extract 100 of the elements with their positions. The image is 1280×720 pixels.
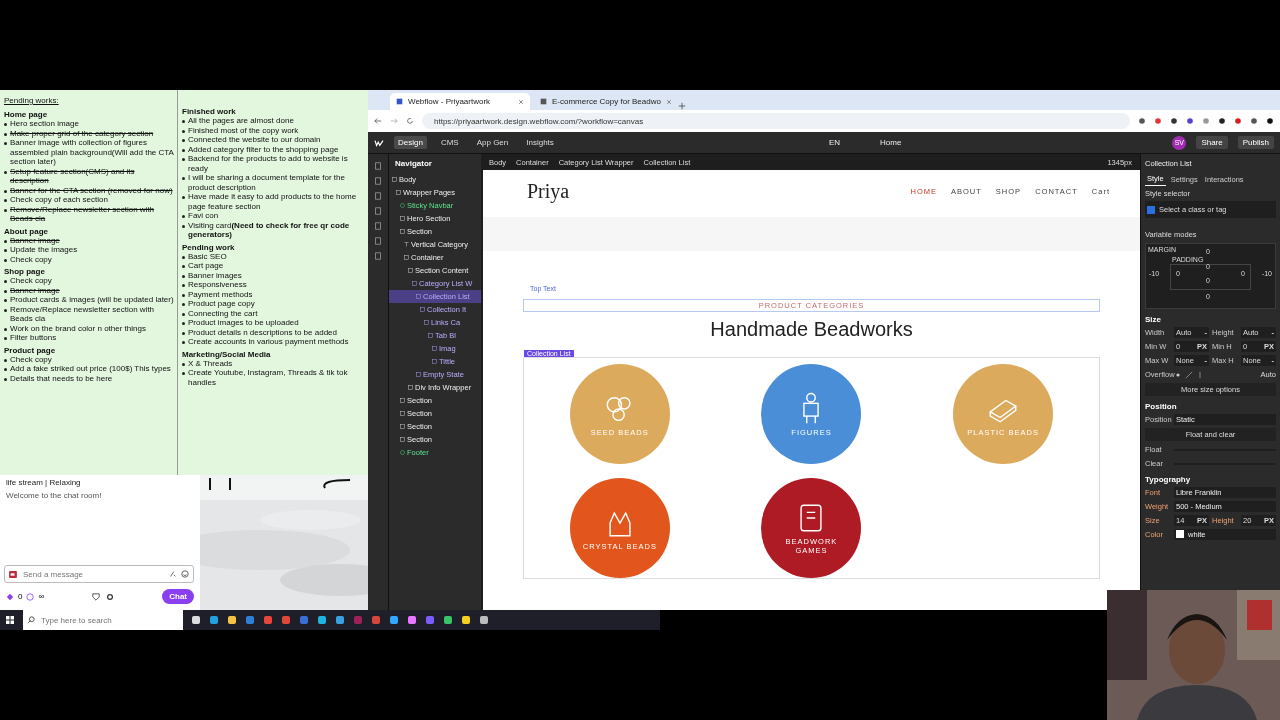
box-icon xyxy=(396,190,401,195)
mode-tab[interactable]: Insights xyxy=(522,136,558,149)
section-title: Size xyxy=(1145,315,1162,324)
note-item: Make proper grid of the category section xyxy=(10,128,154,138)
box-icon xyxy=(400,229,405,234)
message-box[interactable]: Send a message xyxy=(4,565,194,583)
bullet-icon xyxy=(4,258,7,262)
bullet-icon xyxy=(182,331,185,335)
site-logo[interactable]: Priya xyxy=(527,180,570,203)
bullet-icon xyxy=(182,196,185,199)
bullet-icon xyxy=(4,123,7,126)
bullet-icon xyxy=(182,284,185,287)
points-count: 0 xyxy=(18,592,23,601)
bullet-icon xyxy=(4,299,7,302)
webflow-logo-icon[interactable] xyxy=(374,138,384,147)
close-icon[interactable] xyxy=(665,98,672,105)
back-icon[interactable] xyxy=(374,117,382,125)
start-icon[interactable] xyxy=(5,615,15,625)
mode-tab[interactable]: App Gen xyxy=(472,136,513,149)
bullet-icon xyxy=(4,132,7,136)
note-item: Finished most of the copy work xyxy=(188,125,299,135)
bullet-icon xyxy=(182,372,185,375)
note-item: Add a fake striked out price (100$) This types xyxy=(10,364,171,374)
tab-icon[interactable] xyxy=(540,98,547,105)
note-item: Product details n descriptions to be added xyxy=(188,327,337,337)
box-icon xyxy=(392,177,397,182)
note-item: Added category filter to the shopping page xyxy=(188,144,339,154)
note-item: Work on the brand color n other things xyxy=(10,323,146,333)
note-heading: Marketing/Social Media xyxy=(182,349,272,359)
note-item: Check copy xyxy=(10,354,52,364)
tag-icon[interactable] xyxy=(1147,205,1155,214)
stream-title: life stream | Relaxing xyxy=(6,478,81,487)
address-bar[interactable]: https://priyaartwork.design.webflow.com/?workflow=canvas xyxy=(422,113,1130,129)
close-icon[interactable] xyxy=(518,98,524,105)
share-button[interactable]: Share xyxy=(1196,136,1228,149)
publish-button[interactable]: Publish xyxy=(1237,136,1274,149)
taskbar-search-box[interactable]: Type here to search xyxy=(23,610,183,630)
collection-icon xyxy=(432,359,437,364)
bullet-icon xyxy=(4,289,7,293)
box-icon xyxy=(400,398,405,403)
box-icon xyxy=(400,424,405,429)
bullet-icon xyxy=(182,120,185,123)
note-item: Backend for the products to add to website is ready xyxy=(188,154,349,173)
browser-tab[interactable]: E-commerce Copy for Beadwo xyxy=(534,93,674,110)
bullet-icon xyxy=(182,303,185,306)
chat-button[interactable]: Chat xyxy=(162,589,194,604)
browser-tab[interactable]: Webflow - Priyaartwork xyxy=(390,93,530,110)
gem-icon[interactable] xyxy=(6,592,14,601)
bullet-icon xyxy=(4,280,7,283)
note-item: I will be sharing a document template for the product description xyxy=(188,173,346,192)
settings-icon[interactable] xyxy=(106,592,115,601)
note-item: Responsiveness xyxy=(188,280,247,290)
bullet-icon xyxy=(4,368,7,371)
page-selector[interactable]: Home xyxy=(880,138,902,147)
box-icon xyxy=(408,385,413,390)
bullet-icon xyxy=(182,139,185,142)
box-icon xyxy=(400,411,405,416)
note-item: Product images to be uploaded xyxy=(188,318,299,328)
bullet-icon xyxy=(182,148,185,152)
section-heading: Handmade Beadworks xyxy=(709,318,914,341)
emoji-icon[interactable] xyxy=(181,570,189,578)
box-icon xyxy=(400,216,405,221)
note-item: Banner images xyxy=(188,270,242,280)
box-icon xyxy=(408,268,413,273)
note-item: Cart page xyxy=(188,261,224,271)
sparkle-icon[interactable] xyxy=(169,570,177,578)
note-item: Banner image xyxy=(10,285,60,295)
new-tab-icon[interactable] xyxy=(678,102,686,110)
notes-title: Pending works: xyxy=(4,96,60,105)
bullet-icon xyxy=(4,189,7,193)
hidden-icon[interactable] xyxy=(1185,370,1193,379)
mode-tab[interactable]: Design xyxy=(394,136,427,149)
bullet-icon xyxy=(4,199,7,202)
tab-icon[interactable] xyxy=(396,98,403,105)
note-item: Connecting the cart xyxy=(188,308,258,318)
welcome-message: Welcome to the chat room! xyxy=(6,491,102,500)
section-title: Typography xyxy=(1145,475,1192,484)
bullet-icon xyxy=(4,208,7,212)
reload-icon[interactable] xyxy=(406,117,414,125)
mode-tab[interactable]: CMS xyxy=(436,136,463,149)
box-icon xyxy=(400,437,405,442)
note-heading: About page xyxy=(4,226,48,236)
taskbar-search[interactable]: Type here to search xyxy=(39,614,163,626)
note-item: Payment methods xyxy=(188,289,253,299)
shield-icon[interactable] xyxy=(92,592,101,601)
collection-icon xyxy=(416,372,421,377)
search-icon[interactable] xyxy=(27,616,35,624)
bullet-icon xyxy=(182,341,185,344)
note-item: Setup feature section(CMS) and its description xyxy=(10,166,136,186)
navigator-title: Navigator xyxy=(394,158,433,170)
bullet-icon xyxy=(182,255,185,259)
message-field[interactable]: Send a message xyxy=(21,568,165,580)
note-item: Have made it easy to add products to the home page feature section xyxy=(188,192,358,211)
section-title: Position xyxy=(1145,402,1178,411)
timer-icon[interactable] xyxy=(26,592,35,601)
note-item: Visiting card(Need to check for free qr code generators) xyxy=(188,220,351,240)
locale-selector[interactable]: EN xyxy=(828,138,840,147)
bullet-icon xyxy=(4,308,7,312)
component-icon xyxy=(400,203,405,208)
note-item: Check copy of each section xyxy=(10,195,108,205)
